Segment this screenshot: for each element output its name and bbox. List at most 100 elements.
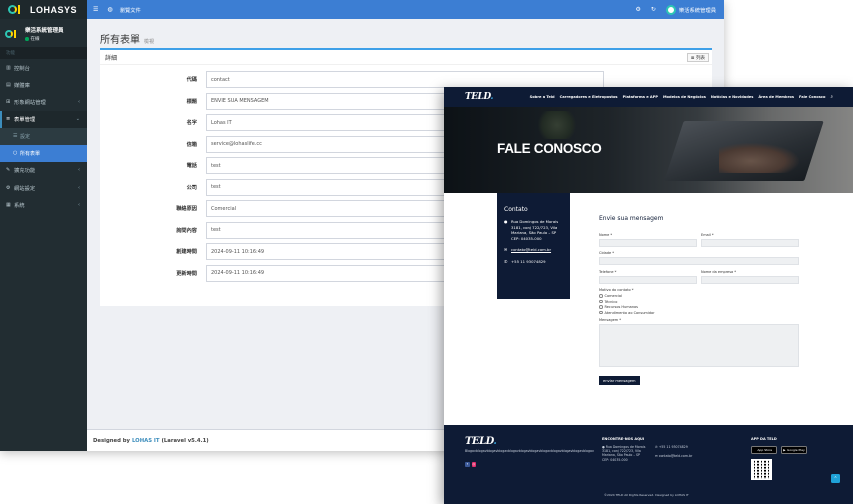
name-label: Nome * bbox=[599, 233, 613, 237]
contact-title: Contato bbox=[504, 206, 528, 213]
email-label: Email * bbox=[701, 233, 714, 237]
user-avatar-icon bbox=[5, 28, 19, 40]
card-title: 詳細 bbox=[100, 50, 712, 65]
contact-address: ● Rua Domingos de Morais 3181, conj 722/… bbox=[504, 219, 559, 241]
menu-item-members[interactable]: Área de Membros bbox=[758, 95, 794, 99]
footer-brand-link[interactable]: LOHAS IT bbox=[132, 438, 159, 444]
system-icon: ▦ bbox=[6, 201, 11, 208]
refresh-icon[interactable]: ↻ bbox=[651, 6, 656, 13]
contact-email[interactable]: ✉ contato@teld.com.br bbox=[504, 247, 563, 253]
settings-icon[interactable]: ⚙ bbox=[635, 6, 640, 13]
email-input[interactable] bbox=[701, 239, 799, 247]
brand[interactable]: LOHASYS bbox=[0, 0, 87, 19]
website-icon: ⊞ bbox=[6, 98, 11, 105]
chevron-left-icon: ‹ bbox=[78, 98, 80, 105]
sidebar: LOHASYS 樂活系統管理員 在線 功能 ▥ 控制台 ▤ 媒體庫 ⊞ 形象網站… bbox=[0, 0, 87, 451]
brand-logo-icon bbox=[8, 4, 26, 16]
user-status: 在線 bbox=[25, 36, 64, 42]
reason-option[interactable]: Comercial bbox=[599, 294, 622, 298]
site-navbar: TELD. Sobre a Teld Carregadores e Eletro… bbox=[444, 87, 853, 107]
page-subtitle: 檢視 bbox=[144, 39, 155, 45]
site-footer: TELD. Blogavblogavblogavblogavblogavblog… bbox=[444, 425, 853, 504]
submit-button[interactable]: enviar mensagem bbox=[599, 376, 640, 385]
footer-phone[interactable]: ✆ +55 11 93074829 bbox=[655, 445, 688, 449]
phone-input[interactable] bbox=[599, 276, 697, 284]
city-input[interactable] bbox=[599, 257, 799, 265]
preview-link[interactable]: 瀏覽文件 bbox=[120, 6, 141, 14]
online-dot-icon bbox=[25, 37, 29, 41]
social-links: f ◎ bbox=[465, 462, 476, 467]
app-store-badge[interactable]: App Store bbox=[751, 446, 777, 454]
website-window: TELD. Sobre a Teld Carregadores e Eletro… bbox=[444, 87, 853, 504]
back-to-top-button[interactable]: ⌃ bbox=[831, 474, 840, 483]
copyright: ©2024 TELD All Rights Reserved. Designed… bbox=[604, 493, 689, 497]
topbar: ☰ ◍ 瀏覽文件 ⚙ ↻ 樂活系統管理員 bbox=[87, 0, 724, 19]
site-logo[interactable]: TELD. bbox=[465, 92, 493, 102]
sidebar-item-extensions[interactable]: ✎ 擴充功能 ‹ bbox=[0, 162, 87, 179]
page-title: 所有表單 bbox=[100, 35, 140, 46]
field-label: 信箱 bbox=[186, 141, 197, 148]
sidebar-item-site-settings[interactable]: ⚙ 網站設定 ‹ bbox=[0, 179, 87, 196]
form-title: Envie sua mensagem bbox=[599, 215, 664, 222]
company-label: Nome da empresa * bbox=[701, 270, 737, 274]
menu-item-about[interactable]: Sobre a Teld bbox=[530, 95, 555, 99]
footer-email[interactable]: ✉ contato@teld.com.br bbox=[655, 454, 692, 458]
menu-item-contact[interactable]: Fale Conosco bbox=[799, 95, 825, 99]
footer-description: Blogavblogavblogavblogavblogavblogavblog… bbox=[465, 449, 594, 453]
menu-item-platform[interactable]: Plataforma e APP bbox=[623, 95, 658, 99]
list-button[interactable]: ≣ 列表 bbox=[686, 53, 709, 62]
name-input[interactable] bbox=[599, 239, 697, 247]
chevron-down-icon: ⌄ bbox=[75, 116, 80, 123]
phone-icon: ✆ bbox=[504, 258, 508, 264]
instagram-icon[interactable]: ◎ bbox=[471, 462, 476, 467]
field-label: 公司 bbox=[186, 184, 197, 191]
sidebar-sub-settings[interactable]: ☰ 設定 bbox=[0, 127, 87, 145]
radio-icon bbox=[599, 299, 603, 304]
user-panel: 樂活系統管理員 在線 bbox=[0, 23, 87, 45]
globe-icon[interactable]: ◍ bbox=[107, 6, 112, 13]
field-label: 聯絡原因 bbox=[176, 206, 197, 212]
hero-banner: FALE CONOSCO bbox=[444, 107, 853, 193]
google-play-badge[interactable]: ▶ Google Play bbox=[781, 446, 807, 454]
sidebar-item-website[interactable]: ⊞ 形象網站管理 ‹ bbox=[0, 93, 87, 110]
contact-phone[interactable]: ✆ +55 11 93074829 bbox=[504, 259, 563, 265]
hero-title: FALE CONOSCO bbox=[497, 141, 602, 156]
field-label: 代碼 bbox=[186, 77, 197, 83]
menu-item-chargers[interactable]: Carregadores e Eletropostos bbox=[560, 95, 618, 99]
facebook-icon[interactable]: f bbox=[465, 462, 470, 467]
message-textarea[interactable] bbox=[599, 324, 799, 367]
user-menu[interactable]: 樂活系統管理員 bbox=[665, 4, 716, 15]
reason-option[interactable]: Recursos Humanos bbox=[599, 305, 638, 309]
menu-item-news[interactable]: Notícias e Novidades bbox=[711, 95, 754, 99]
footer-logo[interactable]: TELD. bbox=[465, 436, 497, 447]
gear-icon: ⚙ bbox=[6, 184, 11, 191]
menu-item-business[interactable]: Modelos de Negócios bbox=[663, 95, 706, 99]
sidebar-item-system[interactable]: ▦ 系統 ‹ bbox=[0, 196, 87, 213]
reason-option[interactable]: Técnico bbox=[599, 300, 617, 304]
phone-label: Telefone * bbox=[599, 270, 617, 274]
radio-icon bbox=[599, 305, 603, 309]
company-input[interactable] bbox=[701, 276, 799, 284]
field-value[interactable]: contact bbox=[206, 71, 604, 88]
footer-prefix: Designed by bbox=[93, 437, 130, 444]
sidebar-item-media[interactable]: ▤ 媒體庫 bbox=[0, 76, 87, 93]
play-icon: ▶ bbox=[783, 448, 786, 452]
chevron-left-icon: ‹ bbox=[78, 167, 80, 174]
sidebar-item-forms[interactable]: ≡ 表單管理 ⌄ bbox=[0, 110, 87, 128]
site-menu: Sobre a Teld Carregadores e Eletropostos… bbox=[530, 94, 853, 100]
sidebar-sub-all-forms[interactable]: ○ 所有表單 bbox=[0, 144, 87, 162]
radio-icon bbox=[599, 310, 603, 315]
qr-code-icon bbox=[751, 459, 772, 480]
reason-option[interactable]: Atendimento ao Consumidor bbox=[599, 311, 655, 315]
chevron-left-icon: ‹ bbox=[78, 201, 80, 208]
radio-icon bbox=[599, 294, 603, 298]
mail-icon: ✉ bbox=[504, 247, 508, 253]
menu-toggle-icon[interactable]: ☰ bbox=[93, 6, 98, 13]
footer-app-title: APP DA TELD bbox=[751, 437, 777, 441]
extension-icon: ✎ bbox=[6, 167, 11, 174]
media-icon: ▤ bbox=[6, 81, 11, 88]
avatar bbox=[665, 4, 676, 15]
circle-icon: ○ bbox=[13, 150, 18, 157]
sidebar-item-dashboard[interactable]: ▥ 控制台 bbox=[0, 59, 87, 76]
search-icon[interactable]: ⌕ bbox=[830, 94, 833, 100]
